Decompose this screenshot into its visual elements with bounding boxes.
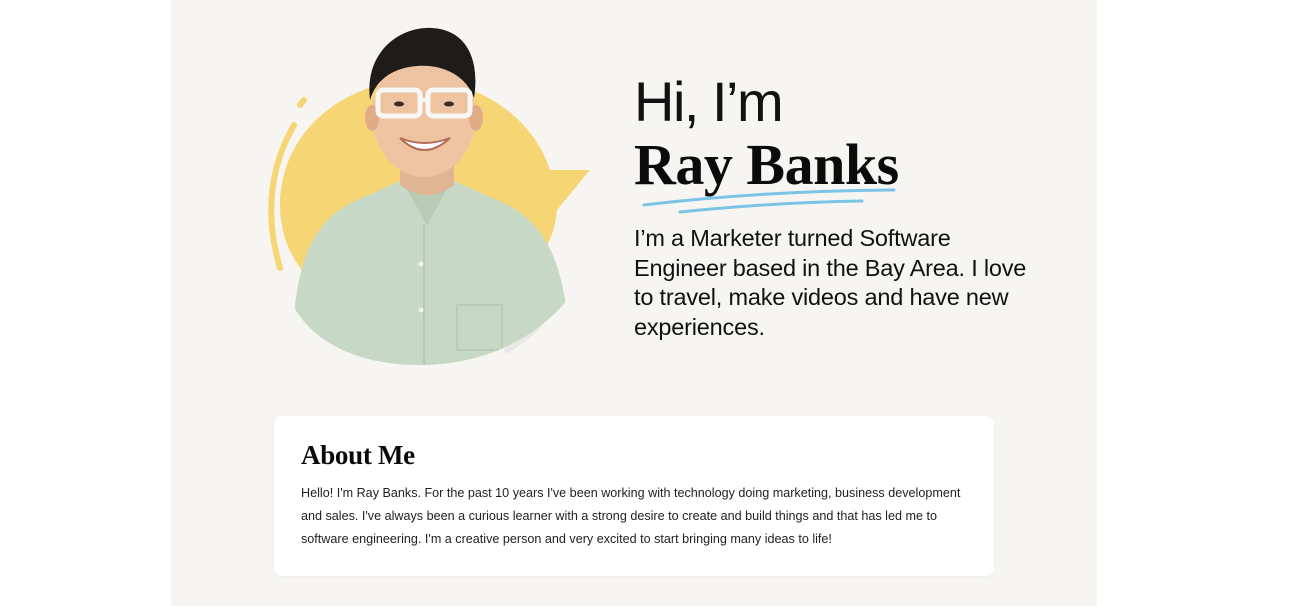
- about-me-card: About Me Hello! I'm Ray Banks. For the p…: [274, 416, 994, 576]
- hero-greeting: Hi, I’m: [634, 70, 784, 133]
- name-underline-squiggle: [642, 188, 896, 214]
- about-title: About Me: [301, 440, 415, 470]
- portrait-photo: [292, 27, 572, 365]
- hero-illustration: [252, 20, 602, 370]
- hero-tagline: I’m a Marketer turned Software Engineer …: [634, 225, 1027, 340]
- about-body-text: Hello! I'm Ray Banks. For the past 10 ye…: [301, 486, 961, 546]
